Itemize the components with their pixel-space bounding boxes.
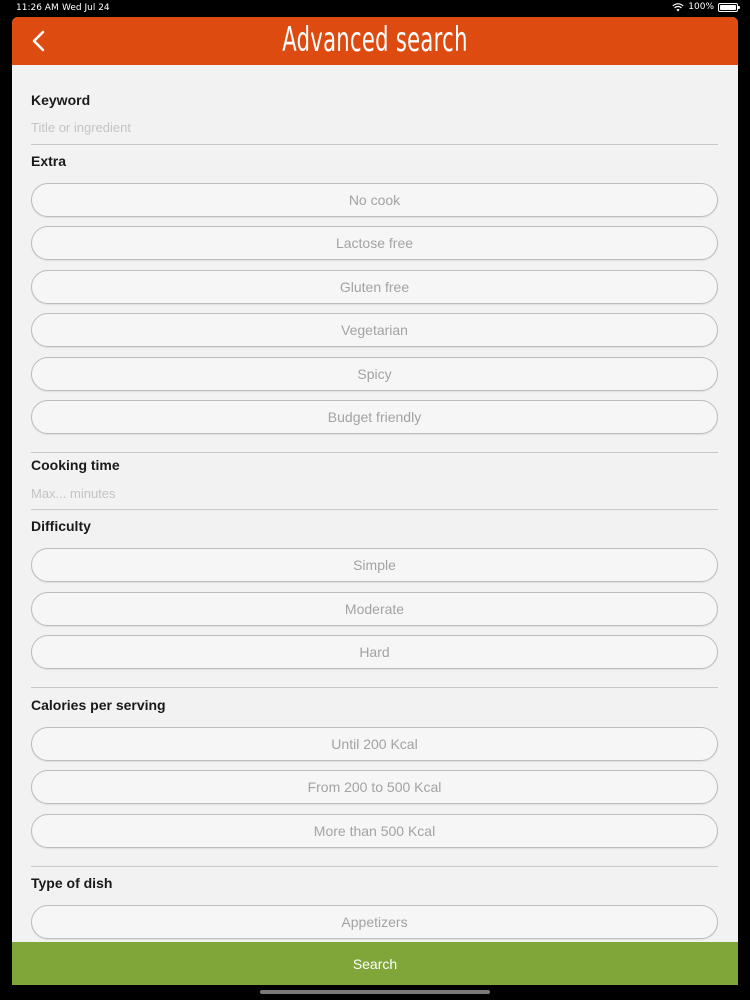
extra-option-no-cook[interactable]: No cook xyxy=(31,183,718,217)
status-right: 100% xyxy=(672,2,740,12)
extra-option-budget-friendly[interactable]: Budget friendly xyxy=(31,400,718,434)
calories-divider xyxy=(31,866,718,867)
calories-option-200-to-500[interactable]: From 200 to 500 Kcal xyxy=(31,770,718,804)
calories-option-until-200[interactable]: Until 200 Kcal xyxy=(31,727,718,761)
extra-divider xyxy=(31,452,718,453)
back-chevron-icon[interactable] xyxy=(26,27,52,55)
battery-fill xyxy=(720,4,736,10)
status-date: Wed Jul 24 xyxy=(62,3,110,13)
extra-option-gluten-free[interactable]: Gluten free xyxy=(31,270,718,304)
app-window: Advanced search Keyword Extra No cook La… xyxy=(12,17,738,985)
difficulty-option-hard[interactable]: Hard xyxy=(31,635,718,669)
calories-label: Calories per serving xyxy=(31,697,166,713)
home-indicator[interactable] xyxy=(260,990,490,994)
difficulty-option-simple[interactable]: Simple xyxy=(31,548,718,582)
wifi-icon xyxy=(672,2,684,11)
keyword-divider xyxy=(31,144,718,145)
cooking-time-label: Cooking time xyxy=(31,457,120,473)
type-of-dish-label: Type of dish xyxy=(31,875,113,891)
extra-option-lactose-free[interactable]: Lactose free xyxy=(31,226,718,260)
dish-option-appetizers[interactable]: Appetizers xyxy=(31,905,718,939)
cooking-time-input[interactable] xyxy=(31,481,718,505)
difficulty-label: Difficulty xyxy=(31,518,91,534)
keyword-input[interactable] xyxy=(31,115,718,139)
search-button[interactable]: Search xyxy=(12,942,738,985)
difficulty-option-moderate[interactable]: Moderate xyxy=(31,592,718,626)
battery-icon xyxy=(718,2,740,12)
calories-option-more-than-500[interactable]: More than 500 Kcal xyxy=(31,814,718,848)
cooking-time-divider xyxy=(31,509,718,510)
status-bar: 11:26 AM Wed Jul 24 100% xyxy=(0,0,750,16)
extra-label: Extra xyxy=(31,153,67,169)
status-time: 11:26 AM xyxy=(16,3,59,13)
extra-option-spicy[interactable]: Spicy xyxy=(31,357,718,391)
navbar: Advanced search xyxy=(12,17,738,65)
search-form: Keyword Extra No cook Lactose free Glute… xyxy=(12,65,738,942)
page-title: Advanced search xyxy=(282,20,468,60)
keyword-label: Keyword xyxy=(31,92,91,108)
difficulty-divider xyxy=(31,687,718,688)
battery-percent: 100% xyxy=(688,2,714,12)
extra-option-vegetarian[interactable]: Vegetarian xyxy=(31,313,718,347)
